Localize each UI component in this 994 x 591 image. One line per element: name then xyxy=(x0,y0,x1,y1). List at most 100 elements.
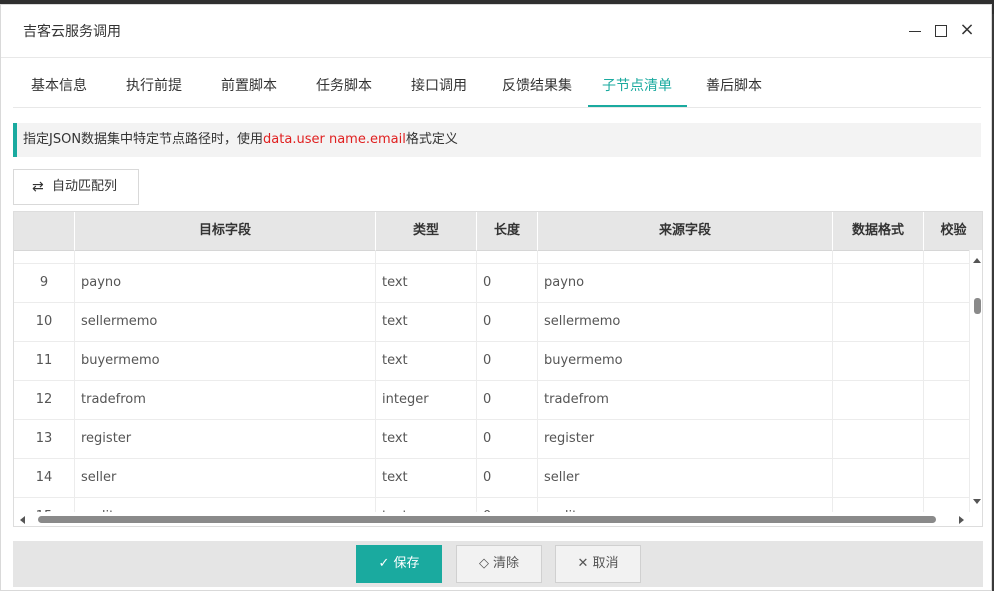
validation-cell[interactable] xyxy=(924,342,970,380)
length-cell[interactable]: 0 xyxy=(477,381,538,419)
active-tab-indicator xyxy=(588,105,687,107)
source-field-cell[interactable]: register xyxy=(538,420,833,458)
data-format-cell xyxy=(833,250,924,263)
source-field-cell[interactable]: buyermemo xyxy=(538,342,833,380)
auto-map-label: 自动匹配列 xyxy=(52,179,118,194)
data-format-cell[interactable] xyxy=(833,459,924,497)
length-cell[interactable]: 0 xyxy=(477,303,538,341)
save-button[interactable]: ✓ 保存 xyxy=(356,545,442,583)
tab-feedback-resultset[interactable]: 反馈结果集 xyxy=(502,75,572,95)
type-cell[interactable]: text xyxy=(376,420,477,458)
target-field-cell[interactable]: buyermemo xyxy=(75,342,376,380)
type-cell[interactable]: integer xyxy=(376,381,477,419)
source-field-cell[interactable]: tradefrom xyxy=(538,381,833,419)
length-cell[interactable]: 0 xyxy=(477,459,538,497)
path-hint: 指定JSON数据集中特定节点路径时，使用data.user name.email… xyxy=(13,123,981,157)
dialog-title: 吉客云服务调用 xyxy=(23,24,121,40)
target-field-cell[interactable]: seller xyxy=(75,459,376,497)
target-field-cell[interactable]: register xyxy=(75,420,376,458)
source-field-cell[interactable]: payno xyxy=(538,264,833,302)
table-row[interactable]: 9 payno text 0 payno xyxy=(14,264,970,303)
tab-api-call[interactable]: 接口调用 xyxy=(411,75,467,95)
maximize-icon[interactable] xyxy=(933,23,949,39)
tab-child-nodes[interactable]: 子节点清单 xyxy=(602,75,672,95)
validation-cell[interactable] xyxy=(924,264,970,302)
type-cell[interactable]: text xyxy=(376,342,477,380)
source-field-cell[interactable]: sellermemo xyxy=(538,303,833,341)
table-row[interactable]: 13 register text 0 register xyxy=(14,420,970,459)
header-source-field[interactable]: 来源字段 xyxy=(538,212,833,250)
data-format-cell[interactable] xyxy=(833,303,924,341)
validation-cell[interactable] xyxy=(924,459,970,497)
table-row[interactable]: 12 tradefrom integer 0 tradefrom xyxy=(14,381,970,420)
target-field-cell xyxy=(75,250,376,263)
header-validation[interactable]: 校验 xyxy=(924,212,982,250)
length-cell[interactable]: 0 xyxy=(477,420,538,458)
scroll-down-arrow-icon[interactable] xyxy=(973,499,981,504)
tab-preconditions[interactable]: 执行前提 xyxy=(126,75,182,95)
source-field-cell[interactable]: auditor xyxy=(538,498,833,512)
length-cell xyxy=(477,250,538,263)
table-row[interactable]: 15 auditor text 0 auditor xyxy=(14,498,970,512)
tab-post-script[interactable]: 善后脚本 xyxy=(706,75,762,95)
tab-pre-script[interactable]: 前置脚本 xyxy=(221,75,277,95)
vertical-scrollbar[interactable] xyxy=(970,250,982,512)
source-field-cell[interactable]: seller xyxy=(538,459,833,497)
target-field-cell[interactable]: payno xyxy=(75,264,376,302)
horizontal-scrollbar[interactable] xyxy=(14,512,970,526)
vertical-scroll-thumb[interactable] xyxy=(974,298,981,314)
data-format-cell[interactable] xyxy=(833,381,924,419)
clear-button[interactable]: ◇ 清除 xyxy=(456,545,542,583)
close-icon: ✕ xyxy=(577,556,589,571)
auto-map-columns-button[interactable]: ⇄ 自动匹配列 xyxy=(13,169,139,205)
scroll-up-arrow-icon[interactable] xyxy=(973,258,981,263)
row-number-cell: 15 xyxy=(14,498,75,512)
hint-suffix: 格式定义 xyxy=(405,132,458,147)
scroll-left-arrow-icon[interactable] xyxy=(20,516,25,524)
cancel-label: 取消 xyxy=(592,556,619,571)
dialog-footer: ✓ 保存 ◇ 清除 ✕ 取消 xyxy=(13,541,983,587)
tab-task-script[interactable]: 任务脚本 xyxy=(316,75,372,95)
horizontal-scroll-thumb[interactable] xyxy=(38,516,936,523)
scroll-right-arrow-icon[interactable] xyxy=(959,516,964,524)
table-row[interactable]: 10 sellermemo text 0 sellermemo xyxy=(14,303,970,342)
type-cell[interactable]: text xyxy=(376,498,477,512)
validation-cell[interactable] xyxy=(924,303,970,341)
tab-bar: 基本信息 执行前提 前置脚本 任务脚本 接口调用 反馈结果集 子节点清单 善后脚… xyxy=(13,67,981,108)
type-cell[interactable]: text xyxy=(376,303,477,341)
cancel-button[interactable]: ✕ 取消 xyxy=(555,545,641,583)
table-row-partial xyxy=(14,250,970,264)
row-number-cell: 14 xyxy=(14,459,75,497)
header-row-number xyxy=(14,212,75,250)
validation-cell[interactable] xyxy=(924,420,970,458)
length-cell[interactable]: 0 xyxy=(477,264,538,302)
save-label: 保存 xyxy=(393,556,420,571)
header-target-field[interactable]: 目标字段 xyxy=(75,212,376,250)
hint-highlight: data.user name.email xyxy=(263,132,406,147)
length-cell[interactable]: 0 xyxy=(477,498,538,512)
validation-cell[interactable] xyxy=(924,381,970,419)
type-cell[interactable]: text xyxy=(376,264,477,302)
tab-basic-info[interactable]: 基本信息 xyxy=(31,75,87,95)
data-format-cell[interactable] xyxy=(833,420,924,458)
eraser-icon: ◇ xyxy=(478,556,489,571)
data-format-cell[interactable] xyxy=(833,498,924,512)
table-row[interactable]: 11 buyermemo text 0 buyermemo xyxy=(14,342,970,381)
target-field-cell[interactable]: auditor xyxy=(75,498,376,512)
data-format-cell[interactable] xyxy=(833,264,924,302)
header-length[interactable]: 长度 xyxy=(477,212,538,250)
close-icon[interactable]: × xyxy=(959,21,975,39)
validation-cell[interactable] xyxy=(924,498,970,512)
header-data-format[interactable]: 数据格式 xyxy=(833,212,924,250)
target-field-cell[interactable]: sellermemo xyxy=(75,303,376,341)
type-cell xyxy=(376,250,477,263)
target-field-cell[interactable]: tradefrom xyxy=(75,381,376,419)
length-cell[interactable]: 0 xyxy=(477,342,538,380)
table-header: 目标字段 类型 长度 来源字段 数据格式 校验 xyxy=(14,212,982,251)
minimize-icon[interactable] xyxy=(907,23,923,39)
dialog-titlebar: 吉客云服务调用 × xyxy=(1,5,991,58)
type-cell[interactable]: text xyxy=(376,459,477,497)
table-row[interactable]: 14 seller text 0 seller xyxy=(14,459,970,498)
data-format-cell[interactable] xyxy=(833,342,924,380)
header-type[interactable]: 类型 xyxy=(376,212,477,250)
